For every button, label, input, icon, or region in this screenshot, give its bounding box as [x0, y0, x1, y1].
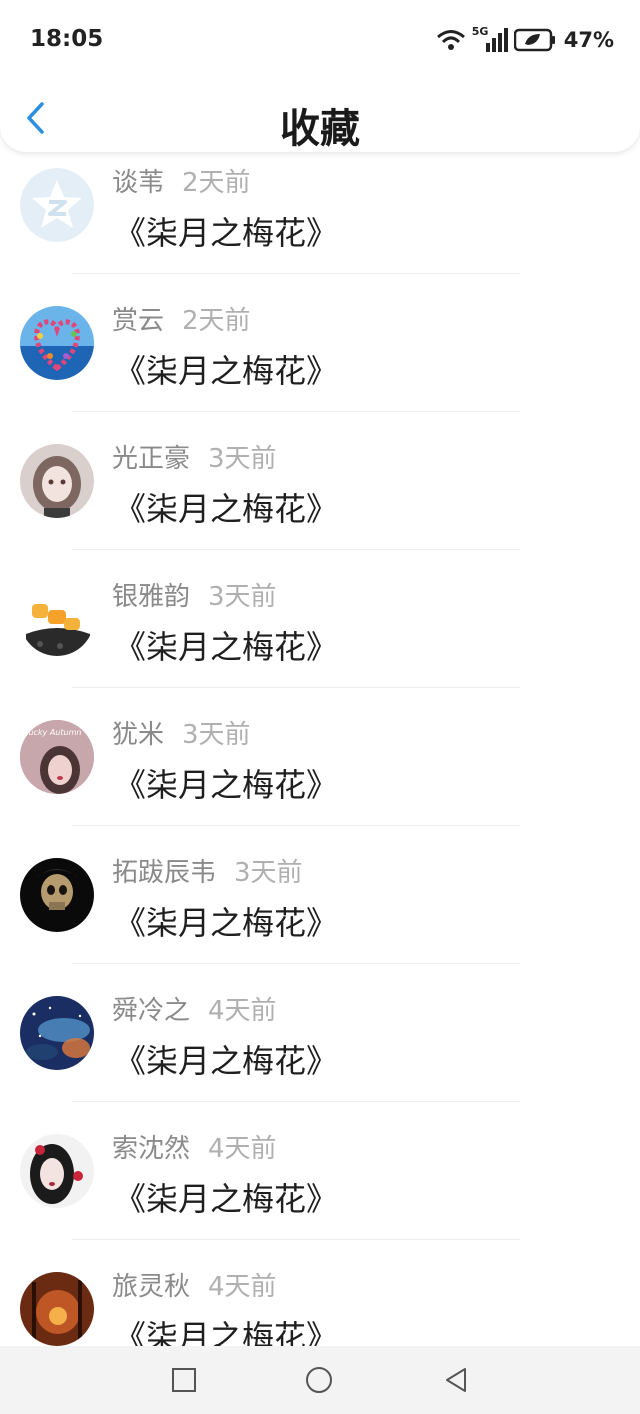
navigation-bar — [0, 1346, 640, 1414]
user-name: 索沈然 — [112, 1134, 191, 1164]
time-ago: 3天前 — [208, 444, 277, 474]
user-name: 光正豪 — [112, 444, 191, 474]
user-name: 旅灵秋 — [112, 1272, 191, 1302]
user-name: 赏云 — [112, 306, 165, 336]
home-button[interactable] — [305, 1366, 333, 1394]
list-item[interactable]: 舜冷之 4天前 《柒月之梅花》 — [0, 932, 640, 1102]
avatar[interactable]: Lucky Autumn — [20, 720, 94, 794]
time-ago: 2天前 — [182, 306, 251, 336]
screen: 18:05 5G 47% 收藏 谈苇 2天前 《柒月之梅花》 赏云 2天前 《柒… — [0, 0, 640, 1414]
heart-photo-avatar — [20, 306, 94, 380]
list-item[interactable]: Lucky Autumn 犹米 3天前 《柒月之梅花》 — [0, 656, 640, 826]
avatar[interactable] — [20, 168, 94, 242]
list-item-meta: 赏云 2天前 — [112, 300, 251, 337]
list-item-meta: 谈苇 2天前 — [112, 162, 251, 199]
gothic-girl-avatar — [20, 1134, 94, 1208]
avatar[interactable] — [20, 582, 94, 656]
time-ago: 3天前 — [208, 582, 277, 612]
cellular-signal-icon: 5G — [472, 25, 508, 53]
back-nav-button[interactable] — [442, 1366, 470, 1394]
triangle-back-icon — [446, 1368, 466, 1392]
list-item[interactable]: 赏云 2天前 《柒月之梅花》 — [0, 242, 640, 412]
user-name: 犹米 — [112, 720, 165, 750]
galaxy-avatar — [20, 996, 94, 1070]
avatar[interactable] — [20, 1134, 94, 1208]
user-name: 谈苇 — [112, 168, 165, 198]
favorites-list: 谈苇 2天前 《柒月之梅花》 赏云 2天前 《柒月之梅花》 光正豪 3天前 《柒… — [0, 104, 640, 1356]
list-item-meta: 旅灵秋 4天前 — [112, 1266, 277, 1303]
user-name: 拓跋辰韦 — [112, 858, 217, 888]
dessert-photo-avatar — [20, 582, 94, 656]
recents-button[interactable] — [170, 1366, 198, 1394]
time-ago: 4天前 — [208, 1272, 277, 1302]
anime-girl-avatar — [20, 444, 94, 518]
square-icon — [172, 1368, 196, 1392]
time-ago: 2天前 — [182, 168, 251, 198]
avatar[interactable] — [20, 1272, 94, 1346]
list-item[interactable]: 拓跋辰韦 3天前 《柒月之梅花》 — [0, 794, 640, 964]
wifi-icon — [436, 30, 465, 50]
page-title: 收藏 — [280, 106, 360, 152]
list-item-meta: 舜冷之 4天前 — [112, 990, 277, 1027]
avatar[interactable] — [20, 996, 94, 1070]
list-item-meta: 光正豪 3天前 — [112, 438, 277, 475]
avatar-caption: Lucky Autumn — [24, 728, 82, 737]
skull-avatar — [20, 858, 94, 932]
list-item[interactable]: 光正豪 3天前 《柒月之梅花》 — [0, 380, 640, 550]
autumn-forest-avatar — [20, 1272, 94, 1346]
user-name: 银雅韵 — [112, 582, 191, 612]
list-item[interactable]: 索沈然 4天前 《柒月之梅花》 — [0, 1070, 640, 1240]
list-item[interactable]: 旅灵秋 4天前 《柒月之梅花》 — [0, 1208, 640, 1356]
top-bar: 18:05 5G 47% 收藏 — [0, 0, 640, 152]
circle-icon — [306, 1367, 332, 1393]
avatar[interactable] — [20, 444, 94, 518]
system-icons: 5G 47% — [436, 25, 614, 54]
list-item-meta: 银雅韵 3天前 — [112, 576, 277, 613]
avatar[interactable] — [20, 306, 94, 380]
time-ago: 4天前 — [208, 996, 277, 1026]
battery-percent: 47% — [563, 28, 614, 52]
qq-zone-star-icon — [20, 168, 94, 242]
time-ago: 4天前 — [208, 1134, 277, 1164]
battery-icon — [513, 28, 555, 52]
status-bar: 18:05 5G 47% — [0, 0, 640, 80]
list-item-meta: 拓跋辰韦 3天前 — [112, 852, 303, 889]
status-time: 18:05 — [30, 26, 104, 52]
user-name: 舜冷之 — [112, 996, 191, 1026]
time-ago: 3天前 — [234, 858, 303, 888]
avatar[interactable] — [20, 858, 94, 932]
time-ago: 3天前 — [182, 720, 251, 750]
list-item-meta: 索沈然 4天前 — [112, 1128, 277, 1165]
list-item-meta: 犹米 3天前 — [112, 714, 251, 751]
list-item[interactable]: 银雅韵 3天前 《柒月之梅花》 — [0, 518, 640, 688]
